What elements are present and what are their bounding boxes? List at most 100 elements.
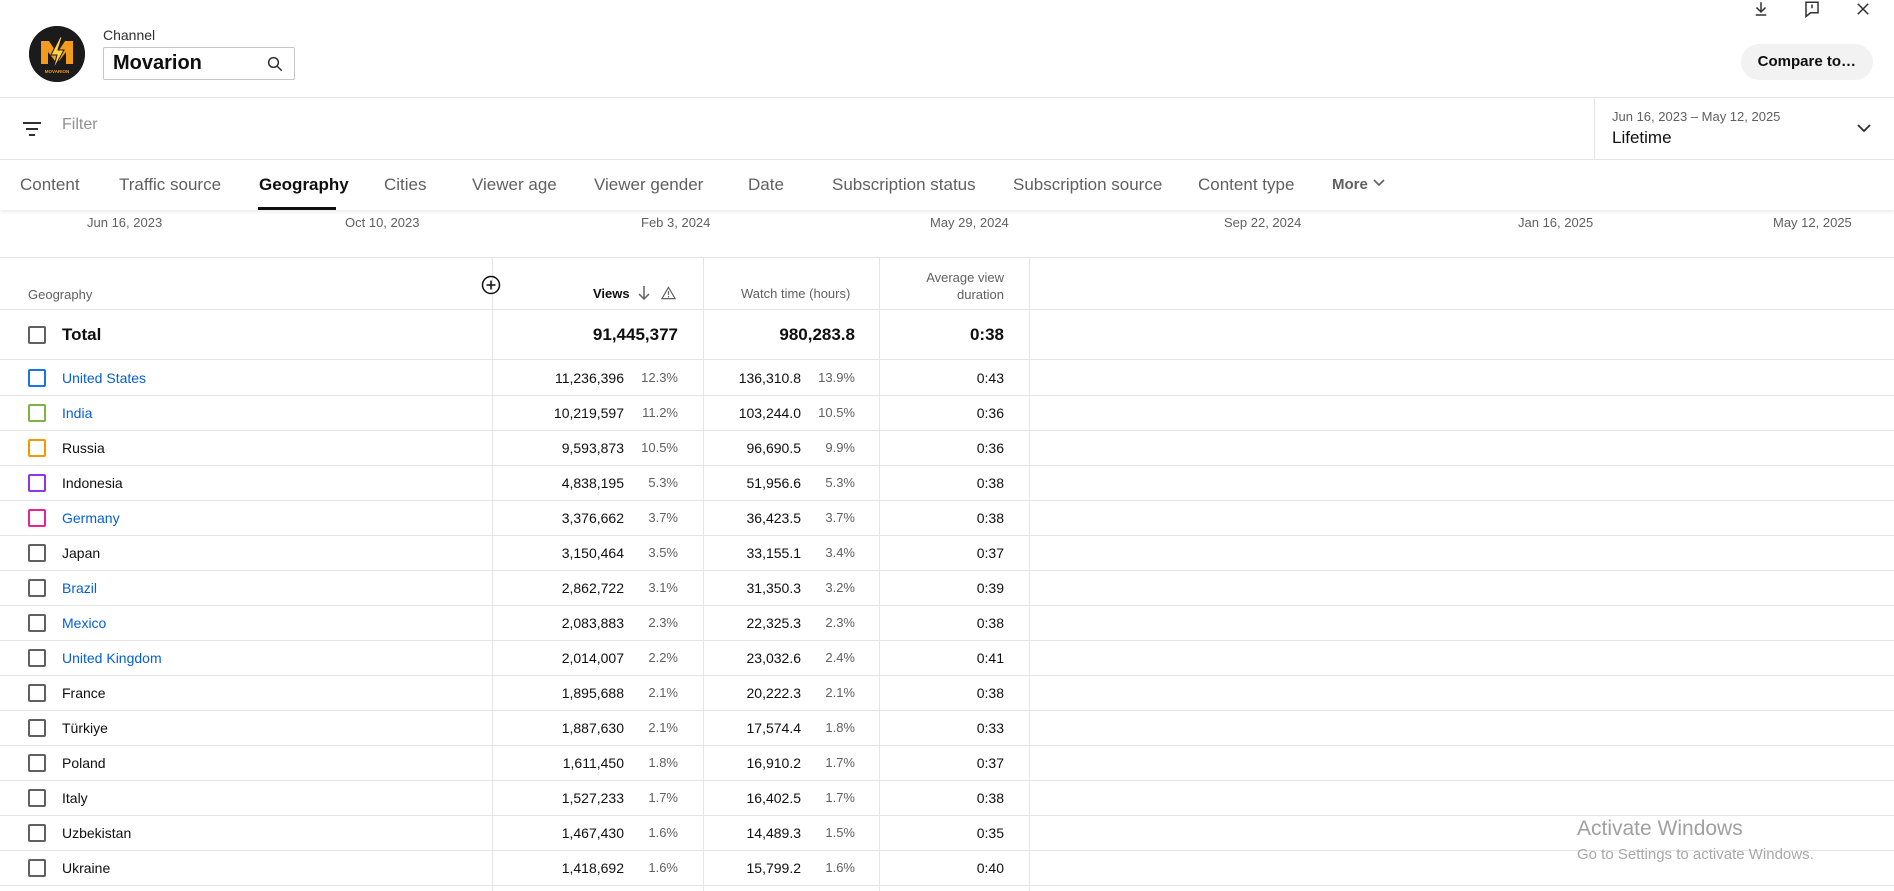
column-header-avd-line2: duration xyxy=(957,287,1004,302)
row-checkbox[interactable] xyxy=(28,439,46,457)
country-name[interactable]: United States xyxy=(62,370,146,386)
channel-logo: MOVARION xyxy=(29,26,85,82)
windows-activation-watermark: Activate Windows Go to Settings to activ… xyxy=(1577,817,1814,863)
tab-subscription-status[interactable]: Subscription status xyxy=(832,175,976,195)
tab-cities[interactable]: Cities xyxy=(384,175,427,195)
row-checkbox[interactable] xyxy=(28,544,46,562)
tab-viewer-age[interactable]: Viewer age xyxy=(472,175,557,195)
table-row: Mexico 2,083,883 2.3% 22,325.3 2.3% 0:38 xyxy=(0,606,1894,641)
row-checkbox[interactable] xyxy=(28,754,46,772)
tab-content[interactable]: Content xyxy=(20,175,80,195)
close-icon[interactable] xyxy=(1854,0,1872,18)
chevron-down-icon xyxy=(1857,124,1871,133)
watch-time-percent: 2.4% xyxy=(825,650,855,665)
search-icon[interactable] xyxy=(266,55,284,73)
watch-time-value: 96,690.5 xyxy=(746,440,802,456)
download-icon[interactable] xyxy=(1752,0,1770,18)
column-header-views[interactable]: Views xyxy=(593,286,630,301)
tab-date[interactable]: Date xyxy=(748,175,784,195)
watch-time-value: 14,489.3 xyxy=(746,825,802,841)
row-checkbox[interactable] xyxy=(28,474,46,492)
country-name: Indonesia xyxy=(62,475,123,491)
table-row: Brazil 2,862,722 3.1% 31,350.3 3.2% 0:39 xyxy=(0,571,1894,606)
tab-traffic-source[interactable]: Traffic source xyxy=(119,175,221,195)
row-checkbox[interactable] xyxy=(28,614,46,632)
avg-duration-value: 0:40 xyxy=(976,860,1004,876)
timeline-tick: Oct 10, 2023 xyxy=(345,215,420,230)
filter-icon[interactable] xyxy=(22,120,42,138)
country-name[interactable]: United Kingdom xyxy=(62,650,162,666)
avg-duration-value: 0:43 xyxy=(976,370,1004,386)
tab-viewer-gender[interactable]: Viewer gender xyxy=(594,175,703,195)
avg-duration-value: 0:38 xyxy=(976,615,1004,631)
watch-time-percent: 1.8% xyxy=(825,720,855,735)
views-percent: 10.5% xyxy=(641,440,678,455)
row-checkbox[interactable] xyxy=(28,579,46,597)
watch-time-percent: 1.7% xyxy=(825,790,855,805)
views-percent: 1.6% xyxy=(648,860,678,875)
row-checkbox[interactable] xyxy=(28,326,46,344)
table-row: Türkiye 1,887,630 2.1% 17,574.4 1.8% 0:33 xyxy=(0,711,1894,746)
column-header-watch-time[interactable]: Watch time (hours) xyxy=(741,286,850,301)
filter-input[interactable]: Filter xyxy=(62,116,98,134)
compare-button[interactable]: Compare to… xyxy=(1740,44,1873,80)
table-row: Poland 1,611,450 1.8% 16,910.2 1.7% 0:37 xyxy=(0,746,1894,781)
warning-icon[interactable] xyxy=(661,286,676,300)
column-header-geography[interactable]: Geography xyxy=(28,287,92,302)
timeline-tick: Jun 16, 2023 xyxy=(87,215,163,230)
add-circle-icon[interactable] xyxy=(481,275,501,295)
table-header: Geography Views Watch time (hours) Avera… xyxy=(0,258,1894,310)
views-percent: 5.3% xyxy=(648,475,678,490)
row-checkbox[interactable] xyxy=(28,369,46,387)
channel-selector[interactable]: Movarion xyxy=(103,47,295,80)
country-name[interactable]: Brazil xyxy=(62,580,97,596)
table-row: Germany 3,376,662 3.7% 36,423.5 3.7% 0:38 xyxy=(0,501,1894,536)
views-percent: 11.2% xyxy=(642,405,678,420)
row-checkbox[interactable] xyxy=(28,684,46,702)
tab-more[interactable]: More xyxy=(1332,176,1386,193)
watch-time-value: 20,222.3 xyxy=(746,685,802,701)
watch-time-percent: 3.4% xyxy=(825,545,855,560)
row-checkbox[interactable] xyxy=(28,859,46,877)
views-value: 1,467,430 xyxy=(561,825,624,841)
watch-time-percent: 5.3% xyxy=(825,475,855,490)
column-header-average-view-duration[interactable]: Average view duration xyxy=(900,269,1004,303)
watch-time-percent: 2.1% xyxy=(825,685,855,700)
table-row: Italy 1,527,233 1.7% 16,402.5 1.7% 0:38 xyxy=(0,781,1894,816)
views-percent: 3.1% xyxy=(648,580,678,595)
views-value: 3,376,662 xyxy=(561,510,624,526)
date-range-selector[interactable]: Jun 16, 2023 – May 12, 2025 Lifetime xyxy=(1594,98,1894,160)
country-name: Poland xyxy=(62,755,106,771)
table-row: India 10,219,597 11.2% 103,244.0 10.5% 0:36 xyxy=(0,396,1894,431)
country-name: Uzbekistan xyxy=(62,825,132,841)
views-percent: 3.5% xyxy=(648,545,678,560)
avg-duration-value: 0:36 xyxy=(976,405,1004,421)
watch-time-value: 22,325.3 xyxy=(746,615,802,631)
views-percent: 2.2% xyxy=(648,650,678,665)
tab-content-type[interactable]: Content type xyxy=(1198,175,1294,195)
row-checkbox[interactable] xyxy=(28,824,46,842)
table-row-total: Total 91,445,377 980,283.8 0:38 xyxy=(0,310,1894,360)
views-value: 2,083,883 xyxy=(561,615,624,631)
tab-geography[interactable]: Geography xyxy=(259,175,349,195)
table-row: Russia 9,593,873 10.5% 96,690.5 9.9% 0:36 xyxy=(0,431,1894,466)
row-checkbox[interactable] xyxy=(28,649,46,667)
country-name[interactable]: Germany xyxy=(62,510,120,526)
watch-time-value: 36,423.5 xyxy=(746,510,802,526)
country-name[interactable]: Mexico xyxy=(62,615,106,631)
row-checkbox[interactable] xyxy=(28,509,46,527)
row-checkbox[interactable] xyxy=(28,719,46,737)
feedback-icon[interactable] xyxy=(1803,0,1821,18)
views-value: 9,593,873 xyxy=(561,440,624,456)
row-checkbox[interactable] xyxy=(28,789,46,807)
row-checkbox[interactable] xyxy=(28,404,46,422)
arrow-down-icon[interactable] xyxy=(637,285,651,301)
views-percent: 2.1% xyxy=(648,685,678,700)
views-percent: 1.8% xyxy=(648,755,678,770)
report-tabs: Content Traffic source Geography Cities … xyxy=(0,160,1894,210)
views-value: 1,418,692 xyxy=(561,860,624,876)
views-value: 1,895,688 xyxy=(561,685,624,701)
tab-subscription-source[interactable]: Subscription source xyxy=(1013,175,1162,195)
country-name: Ukraine xyxy=(62,860,111,876)
country-name[interactable]: India xyxy=(62,405,92,421)
